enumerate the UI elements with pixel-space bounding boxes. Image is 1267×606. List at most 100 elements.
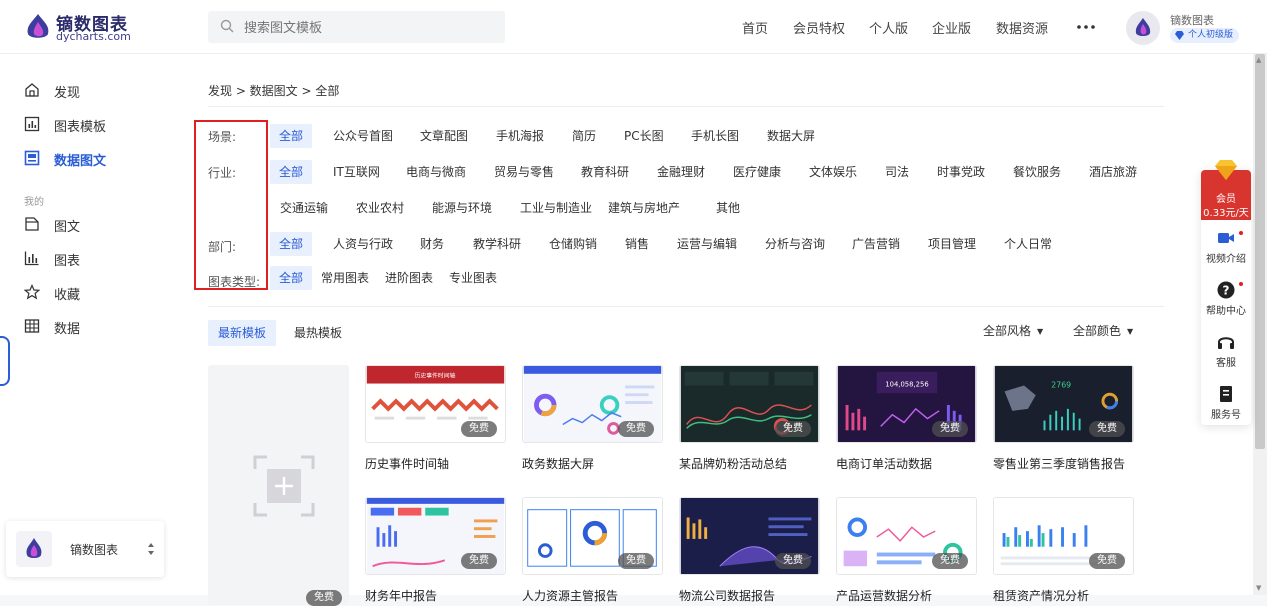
sidebar-item-chart-templates[interactable]: 图表模板 [24,114,144,136]
filter-chip-chart-type[interactable]: 常用图表 [321,266,369,290]
sidebar-item-label: 图文 [54,220,81,235]
filter-chip-department[interactable]: 人资与行政 [333,232,393,256]
filter-label-department: 部门: [208,240,237,254]
filter-chip-industry[interactable]: 工业与制造业 [520,196,592,220]
free-tag: 免费 [461,421,497,437]
template-name: 零售业第三季度销售报告 [993,457,1126,471]
filter-chip-department[interactable]: 个人日常 [1004,232,1052,256]
filter-chip-industry[interactable]: 司法 [885,160,909,184]
nav-data-resources[interactable]: 数据资源 [996,18,1048,37]
help-center-button[interactable]: ? 帮助中心 [1201,280,1251,317]
filter-chip-industry[interactable]: 文体娱乐 [809,160,857,184]
tab-newest-templates[interactable]: 最新模板 [208,320,277,346]
filter-chip-chart-type[interactable]: 进阶图表 [385,266,433,290]
sidebar-item-data-articles[interactable]: 数据图文 [24,148,144,170]
filter-chip-scene[interactable]: 全部 [270,124,313,148]
filter-chip-industry[interactable]: IT互联网 [333,160,380,184]
service-account-icon [1220,386,1232,402]
search-icon [220,19,234,33]
search-box[interactable] [208,11,505,43]
filter-chip-industry[interactable]: 电商与微商 [406,160,466,184]
filter-chip-industry[interactable]: 教育科研 [581,160,629,184]
free-tag: 免费 [932,421,968,437]
template-name: 人力资源主管报告 [522,589,619,603]
filter-chip-department[interactable]: 项目管理 [928,232,976,256]
service-account-button[interactable]: 服务号 [1201,384,1251,421]
vip-gem-icon [1215,160,1237,180]
free-tag: 免费 [306,590,342,606]
vip-label: 会员 [1216,194,1236,205]
filter-chip-industry[interactable]: 酒店旅游 [1089,160,1137,184]
template-name: 物流公司数据报告 [679,589,776,603]
filter-chip-scene[interactable]: 数据大屏 [767,124,815,148]
user-plan-badge[interactable]: 个人初级版 [1170,28,1240,43]
video-intro-button[interactable]: 视频介绍 [1201,228,1251,265]
caret-down-icon: ▼ [1127,327,1134,336]
sidebar-item-data[interactable]: 数据 [24,316,144,338]
user-name: 镝数图表 [1170,14,1214,27]
tab-hottest-templates[interactable]: 最热模板 [284,320,352,346]
filter-chip-department[interactable]: 财务 [420,232,444,256]
filter-chip-department[interactable]: 仓储购销 [549,232,597,256]
filter-chip-department[interactable]: 广告营销 [852,232,900,256]
team-switcher[interactable]: 镝数图表 [6,521,164,577]
filter-chip-scene[interactable]: 文章配图 [420,124,468,148]
filter-chip-industry[interactable]: 能源与环境 [432,196,492,220]
scrollbar-thumb[interactable] [1255,54,1265,449]
filter-chip-industry[interactable]: 其他 [716,196,740,220]
avatar[interactable] [1126,11,1160,45]
template-name: 政务数据大屏 [522,457,595,471]
filter-chip-department[interactable]: 教学科研 [473,232,521,256]
logo[interactable]: 镝数图表 dycharts.com [24,10,144,44]
filter-chip-industry[interactable]: 建筑与房地产 [608,196,680,220]
free-tag: 免费 [618,421,654,437]
filter-chip-department[interactable]: 分析与咨询 [765,232,825,256]
filter-chip-scene[interactable]: 简历 [572,124,596,148]
star-icon [24,284,40,300]
filter-chip-scene[interactable]: 手机海报 [496,124,544,148]
filter-chip-industry[interactable]: 餐饮服务 [1013,160,1061,184]
filter-chip-industry[interactable]: 农业农村 [356,196,404,220]
free-tag: 免费 [1089,553,1125,569]
team-name: 镝数图表 [70,543,119,557]
style-dropdown[interactable]: 全部风格 ▼ [983,322,1043,339]
filter-chip-industry[interactable]: 交通运输 [280,196,328,220]
sidebar-item-favorites[interactable]: 收藏 [24,282,144,304]
more-icon[interactable] [1076,20,1096,34]
filter-chip-scene[interactable]: 手机长图 [691,124,739,148]
create-blank-card[interactable]: 免费 [208,365,349,606]
filter-chip-scene[interactable]: PC长图 [624,124,664,148]
sidebar-collapse-handle[interactable] [0,336,10,386]
filter-chip-industry[interactable]: 贸易与零售 [494,160,554,184]
sidebar-item-my-articles[interactable]: 图文 [24,214,144,236]
filter-chip-department[interactable]: 全部 [270,232,313,256]
filter-chip-department[interactable]: 运营与编辑 [677,232,737,256]
sidebar-item-discover[interactable]: 发现 [24,80,144,102]
filter-chip-industry[interactable]: 时事党政 [937,160,985,184]
filter-chip-chart-type[interactable]: 全部 [270,266,313,290]
scroll-up-icon[interactable]: ▲ [1256,56,1264,64]
free-tag: 免费 [1089,421,1125,437]
scroll-down-icon[interactable]: ▼ [1256,584,1264,592]
filter-chip-industry[interactable]: 全部 [270,160,313,184]
nav-personal[interactable]: 个人版 [869,18,908,37]
filter-chip-chart-type[interactable]: 专业图表 [449,266,497,290]
nav-home[interactable]: 首页 [742,18,768,37]
customer-service-button[interactable]: 客服 [1201,332,1251,369]
nav-enterprise[interactable]: 企业版 [932,18,971,37]
logo-icon [27,14,49,38]
sidebar-item-my-charts[interactable]: 图表 [24,248,144,270]
nav-member-privileges[interactable]: 会员特权 [793,18,845,37]
team-logo [16,531,52,567]
color-dropdown[interactable]: 全部颜色 ▼ [1073,322,1133,339]
sidebar-section-label: 我的 [24,197,44,208]
filter-chip-industry[interactable]: 医疗健康 [733,160,781,184]
floating-service-panel: 会员 0.33元/天 视频介绍 ? 帮助中心 客服 服务号 [1201,170,1251,425]
filter-chip-department[interactable]: 销售 [625,232,649,256]
search-input[interactable] [244,11,494,43]
filter-chip-industry[interactable]: 金融理财 [657,160,705,184]
filter-chip-scene[interactable]: 公众号首图 [333,124,393,148]
sidebar-item-label: 数据图文 [54,154,107,169]
template-name: 历史事件时间轴 [365,457,450,471]
avatar-logo-icon [1135,18,1151,36]
